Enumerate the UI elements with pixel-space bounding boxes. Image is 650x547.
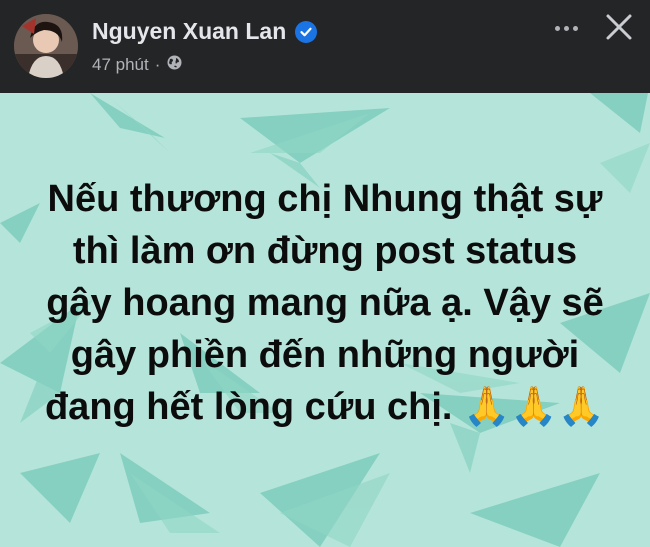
- post-message: Nếu thương chị Nhung thật sự thì làm ơn …: [40, 173, 610, 433]
- post-time[interactable]: 47 phút: [92, 55, 149, 75]
- avatar[interactable]: [14, 14, 78, 78]
- author-name[interactable]: Nguyen Xuan Lan: [92, 18, 286, 45]
- meta-separator: ·: [154, 55, 161, 74]
- post-meta: 47 phút ·: [92, 54, 183, 76]
- author-name-row: Nguyen Xuan Lan: [92, 18, 318, 45]
- verified-badge-icon: [295, 20, 318, 43]
- post-header: Nguyen Xuan Lan 47 phút ·: [0, 0, 650, 93]
- more-options-icon[interactable]: [548, 18, 584, 38]
- globe-icon[interactable]: [166, 54, 183, 76]
- close-icon[interactable]: [604, 12, 634, 42]
- pray-emoji: 🙏🙏🙏: [463, 386, 606, 428]
- post-content: Nếu thương chị Nhung thật sự thì làm ơn …: [0, 93, 650, 547]
